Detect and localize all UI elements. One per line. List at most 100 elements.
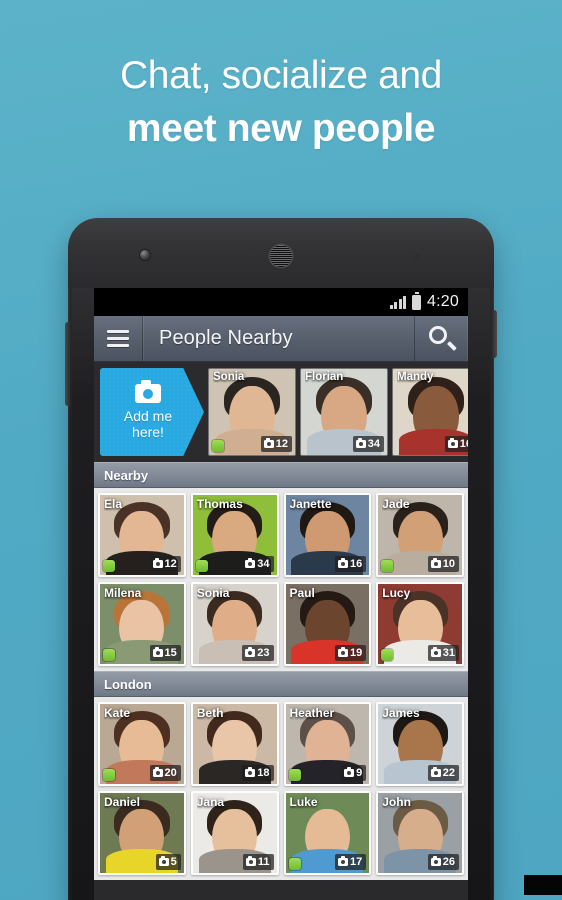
person-name: Milena [104,586,142,600]
photo-count-value: 23 [257,647,270,659]
camera-icon [245,647,256,657]
front-camera-icon [140,250,150,260]
person-card[interactable]: Milena 15 [98,582,186,666]
person-card[interactable]: Sonia 23 [190,582,279,666]
person-card[interactable]: Heather 9 [283,702,372,786]
photo-count-value: 12 [275,438,288,450]
person-card[interactable]: James 22 [376,702,464,786]
person-card[interactable]: Florian 34 [300,368,388,456]
online-status-indicator [381,649,394,661]
search-button[interactable] [414,316,468,361]
person-name: Daniel [104,795,141,809]
photo-count-badge: 9 [341,765,367,781]
photo-count-badge: 12 [149,556,181,572]
camera-icon [158,856,169,866]
photo-count-badge: 10 [427,556,459,572]
online-status-indicator [288,858,301,870]
phone-mockup: 4:20 People Nearby Add me here! Sonia 12… [65,218,497,900]
photo-count-badge: 34 [242,556,274,572]
person-card[interactable]: Jana 11 [190,791,279,875]
hamburger-menu-button[interactable] [94,316,143,361]
headline-line-2: meet new people [126,107,436,150]
photo-count-badge: 17 [335,854,367,870]
person-name: James [382,706,420,720]
person-name: Thomas [196,497,243,511]
search-icon [428,325,457,352]
online-status-indicator [103,649,115,661]
photo-count-value: 18 [257,767,270,779]
person-card[interactable]: John 26 [376,791,464,875]
person-name: Sonia [213,371,245,383]
camera-icon [135,380,161,403]
people-grid-row: Daniel 5 Jana 11 Luke 17 John 26 [98,791,464,875]
photo-count-badge: 20 [149,765,181,781]
people-grid-row: Milena 15 Sonia 23 Paul 19 Lucy 31 [98,582,464,666]
person-name: Jade [382,497,410,511]
photo-count-badge: 12 [260,436,292,452]
photo-count-value: 15 [164,647,177,659]
camera-icon [430,767,441,777]
section-header: Nearby [94,462,468,488]
photo-count-value: 26 [442,856,455,868]
person-card[interactable]: Ela 12 [98,493,186,577]
battery-full-icon [412,291,422,310]
online-status-indicator [288,769,301,781]
camera-icon [338,558,348,568]
photo-count-badge: 18 [242,765,274,781]
photo-count-value: 34 [257,558,270,570]
phone-top-bezel [68,218,494,288]
people-grid-row: Ela 12 Thomas 34 Janette 16 Jade 10 [98,493,464,577]
camera-icon [245,558,256,568]
person-card[interactable]: Jade 10 [376,493,464,577]
person-name: Kate [104,706,131,720]
watermark-badge [524,875,562,895]
person-card[interactable]: Janette 16 [283,493,372,577]
power-button[interactable] [492,310,497,358]
photo-count-value: 10 [442,558,455,570]
person-card[interactable]: Sonia 12 [208,368,296,456]
person-card[interactable]: Lucy 31 [376,582,464,666]
person-card[interactable]: Luke 17 [283,791,372,875]
proximity-sensor-icon [414,254,420,260]
add-me-here-button[interactable]: Add me here! [100,368,204,456]
add-me-here-label: Add me here! [124,408,172,440]
online-status-indicator [381,560,394,572]
screenshot-root: Chat, socialize and meet new people 4:20 [0,0,562,900]
app-content: Add me here! Sonia12Florian34Mandy16D Ne… [94,362,468,900]
status-bar: 4:20 [94,288,468,316]
camera-icon [338,647,348,657]
person-name: Florian [305,371,344,383]
person-name: Paul [289,586,315,600]
signal-bars-icon [389,295,407,309]
photo-count-badge: 15 [149,645,181,661]
photo-count-value: 17 [350,856,363,868]
section-header: London [94,671,468,697]
camera-icon [430,558,441,568]
photo-count-value: 19 [350,647,363,659]
camera-icon [152,647,163,657]
person-card[interactable]: Thomas 34 [190,493,279,577]
person-card[interactable]: Mandy 16 [392,368,468,456]
page-title: People Nearby [159,327,293,349]
photo-count-badge: 22 [427,765,459,781]
people-grid: Kate 20 Beth 18 Heather 9 James 22 Daniel 5 Jana 11… [94,697,468,880]
person-name: Jana [196,795,225,809]
earpiece-speaker-icon [270,245,292,267]
add-me-line-2: here! [132,424,164,440]
photo-count-value: 12 [164,558,177,570]
photo-count-value: 16 [459,438,468,450]
person-name: Heather [289,706,335,720]
volume-button[interactable] [65,322,70,406]
camera-icon [430,647,441,657]
camera-icon [263,438,274,448]
headline-line-1: Chat, socialize and [120,54,442,97]
person-card[interactable]: Beth 18 [190,702,279,786]
people-carousel[interactable]: Add me here! Sonia12Florian34Mandy16D [94,362,468,462]
person-card[interactable]: Daniel 5 [98,791,186,875]
person-card[interactable]: Paul 19 [283,582,372,666]
camera-icon [152,767,163,777]
photo-count-badge: 11 [242,854,274,870]
photo-count-value: 22 [442,767,455,779]
person-card[interactable]: Kate 20 [98,702,186,786]
camera-icon [245,856,256,866]
